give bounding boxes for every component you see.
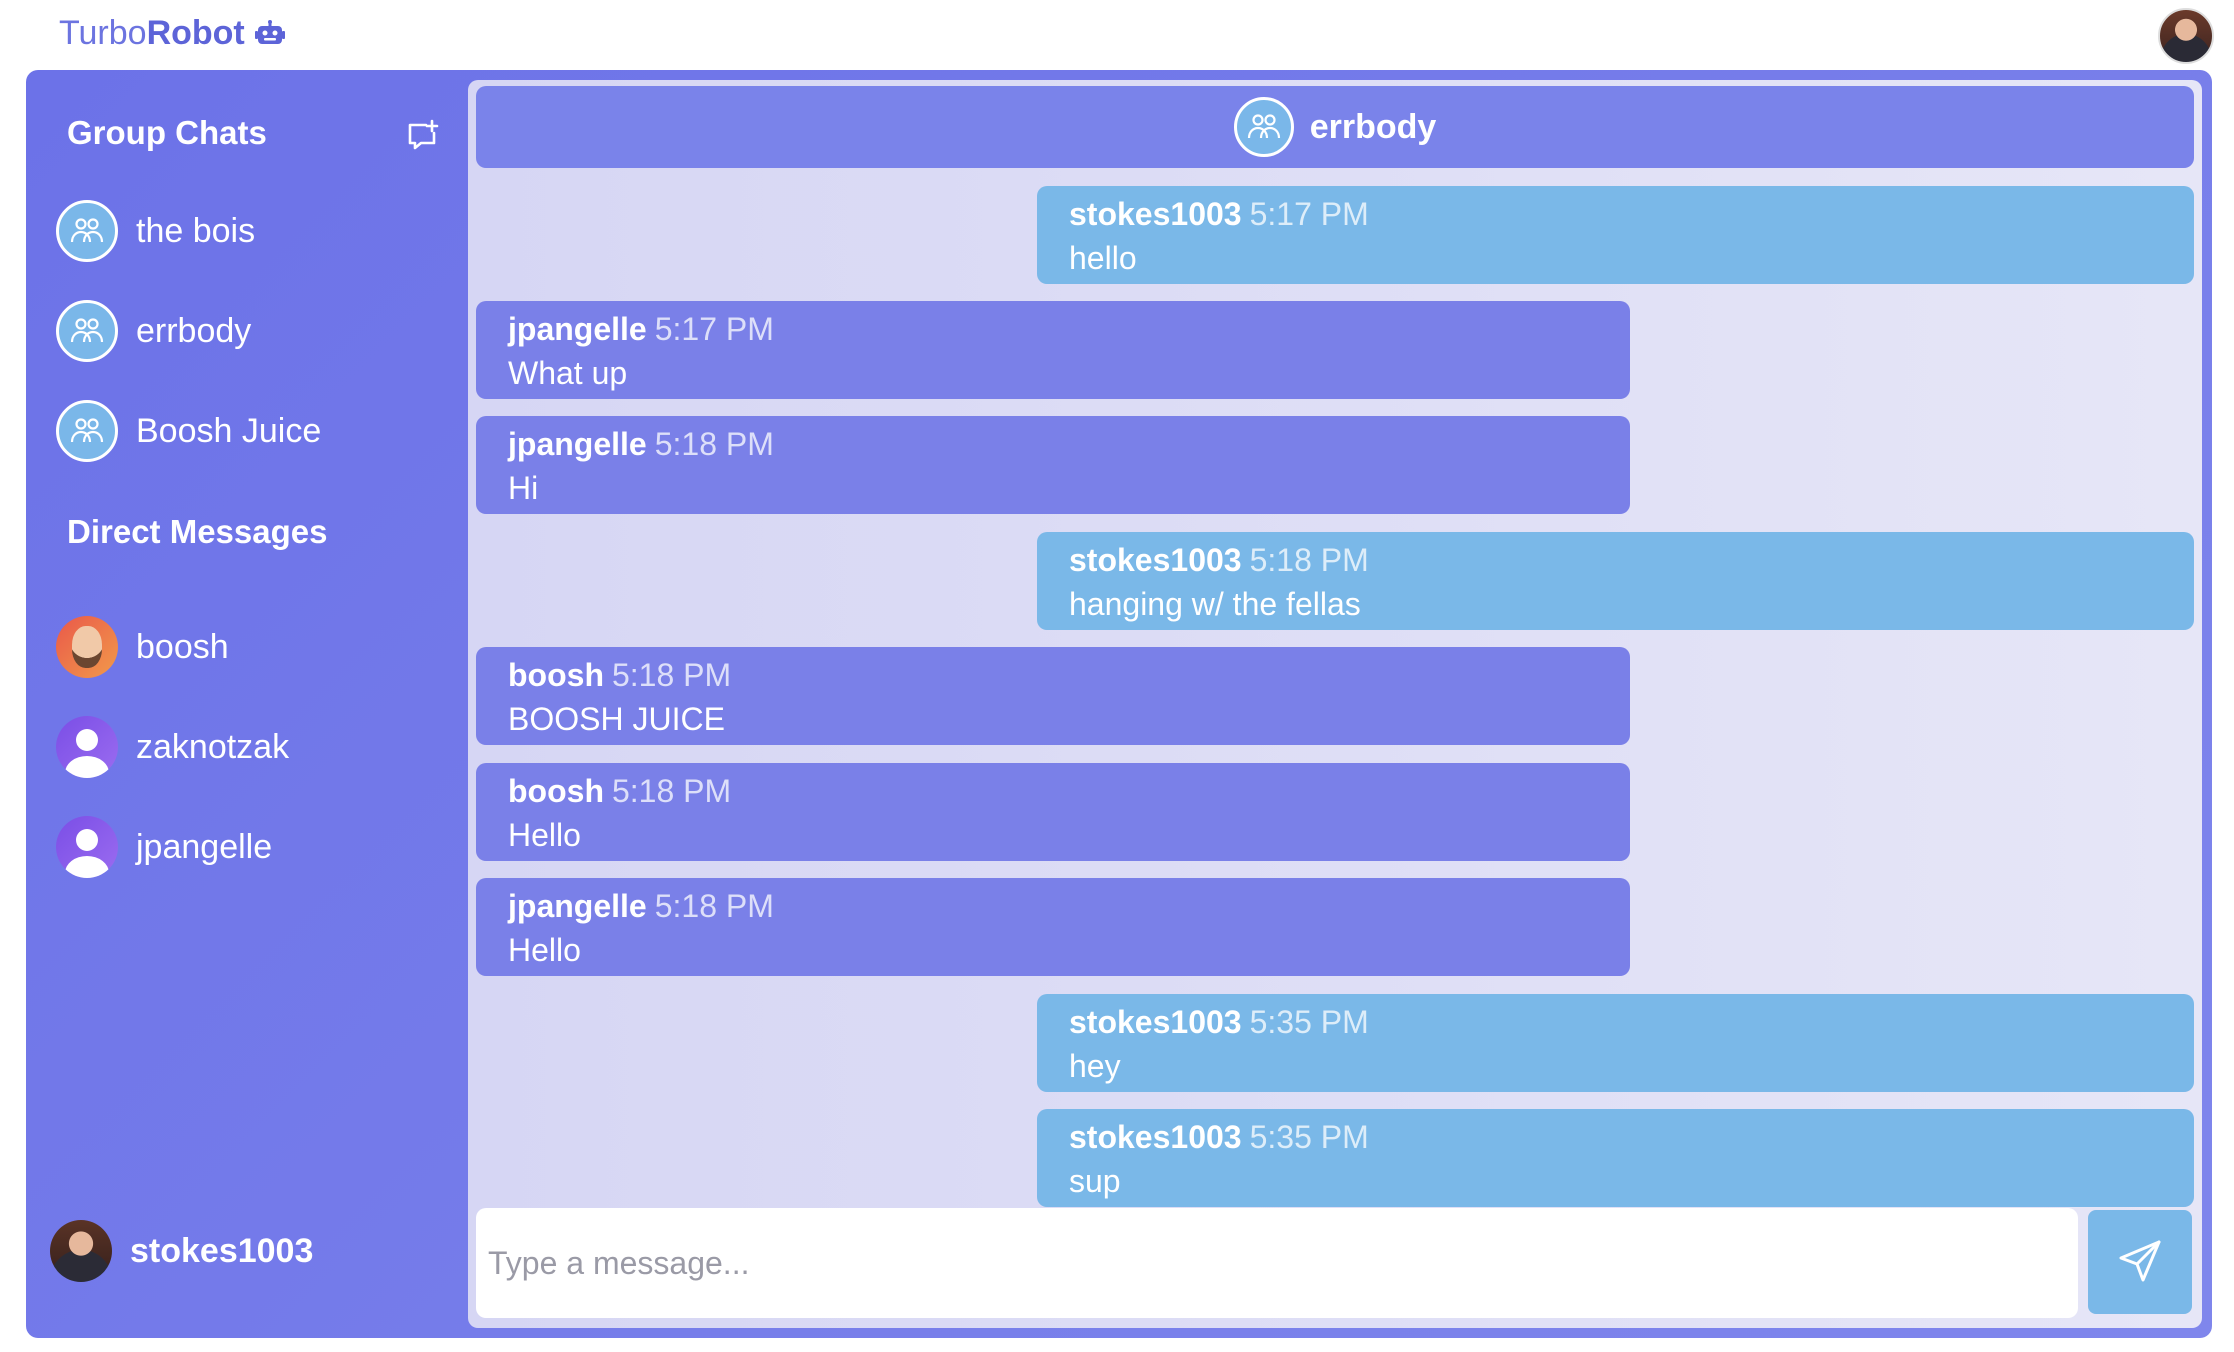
message-author: boosh	[508, 773, 604, 809]
group-icon	[56, 300, 118, 362]
message-time: 5:35 PM	[1249, 1004, 1369, 1040]
message-time: 5:18 PM	[654, 426, 774, 462]
message-author: jpangelle	[508, 426, 647, 462]
group-label: the bois	[136, 211, 256, 250]
message-time: 5:18 PM	[654, 888, 774, 924]
sidebar: Group Chats the bois errbody Boosh Juice…	[26, 70, 468, 1338]
message-text: Hello	[508, 932, 581, 968]
group-item-boosh-juice[interactable]: Boosh Juice	[56, 396, 456, 466]
dm-label: boosh	[136, 627, 229, 666]
brand-name-bold: Robot	[146, 14, 245, 52]
message-text: sup	[1069, 1163, 1121, 1199]
app-frame: Group Chats the bois errbody Boosh Juice…	[26, 70, 2212, 1338]
message: stokes1003 5:17 PM hello	[1037, 186, 2194, 284]
brand-logo[interactable]: Turbo Robot	[59, 14, 285, 53]
message: jpangelle 5:17 PM What up	[476, 301, 1630, 399]
group-icon	[56, 400, 118, 462]
avatar	[56, 716, 118, 778]
message-author: jpangelle	[508, 888, 647, 924]
message: jpangelle 5:18 PM Hello	[476, 878, 1630, 976]
group-label: errbody	[136, 311, 252, 350]
avatar	[50, 1220, 112, 1282]
message-text: BOOSH JUICE	[508, 701, 725, 737]
group-label: Boosh Juice	[136, 411, 322, 450]
group-chats-heading: Group Chats	[67, 114, 267, 151]
avatar	[56, 616, 118, 678]
current-user-name: stokes1003	[130, 1231, 314, 1270]
message: jpangelle 5:18 PM Hi	[476, 416, 1630, 514]
message-text: hanging w/ the fellas	[1069, 586, 1361, 622]
dm-label: jpangelle	[136, 827, 273, 866]
message-author: jpangelle	[508, 311, 647, 347]
message: stokes1003 5:35 PM sup	[1037, 1109, 2194, 1207]
message-text: Hello	[508, 817, 581, 853]
group-icon	[56, 200, 118, 262]
message: boosh 5:18 PM BOOSH JUICE	[476, 647, 1630, 745]
direct-messages-heading: Direct Messages	[67, 513, 328, 550]
chat-panel: errbody stokes1003 5:17 PM hello jpangell…	[468, 80, 2202, 1328]
message-text: What up	[508, 355, 628, 391]
message-time: 5:18 PM	[611, 657, 732, 693]
message-time: 5:18 PM	[611, 773, 732, 809]
message: stokes1003 5:35 PM hey	[1037, 994, 2194, 1092]
current-user[interactable]: stokes1003	[50, 1220, 313, 1282]
send-button[interactable]	[2088, 1210, 2192, 1314]
message-time: 5:17 PM	[1249, 196, 1369, 232]
message-author: stokes1003	[1069, 542, 1242, 578]
new-chat-icon[interactable]	[404, 118, 440, 154]
robot-icon	[254, 19, 285, 48]
group-item-errbody[interactable]: errbody	[56, 296, 456, 366]
message: boosh 5:18 PM Hello	[476, 763, 1630, 861]
profile-avatar[interactable]	[2158, 8, 2214, 64]
message-time: 5:35 PM	[1249, 1119, 1369, 1155]
brand-name-light: Turbo	[59, 14, 147, 52]
dm-item-zaknotzak[interactable]: zaknotzak	[56, 712, 456, 782]
group-icon	[1233, 97, 1294, 157]
message: stokes1003 5:18 PM hanging w/ the fellas	[1037, 532, 2194, 630]
dm-label: zaknotzak	[136, 727, 290, 766]
dm-item-jpangelle[interactable]: jpangelle	[56, 812, 456, 882]
group-item-the-bois[interactable]: the bois	[56, 196, 456, 266]
message-input[interactable]	[476, 1208, 2078, 1318]
message-author: stokes1003	[1069, 196, 1242, 232]
send-icon	[2117, 1238, 2163, 1287]
chat-header: errbody	[476, 86, 2194, 168]
message-text: hello	[1069, 240, 1137, 276]
message-time: 5:17 PM	[654, 311, 774, 347]
message-text: Hi	[508, 470, 539, 506]
message-time: 5:18 PM	[1249, 542, 1369, 578]
message-author: boosh	[508, 657, 604, 693]
avatar	[56, 816, 118, 878]
message-author: stokes1003	[1069, 1119, 1242, 1155]
dm-item-boosh[interactable]: boosh	[56, 612, 456, 682]
message-text: hey	[1069, 1048, 1121, 1084]
message-author: stokes1003	[1069, 1004, 1242, 1040]
chat-title: errbody	[1309, 107, 1437, 146]
top-bar: Turbo Robot	[0, 0, 2234, 70]
